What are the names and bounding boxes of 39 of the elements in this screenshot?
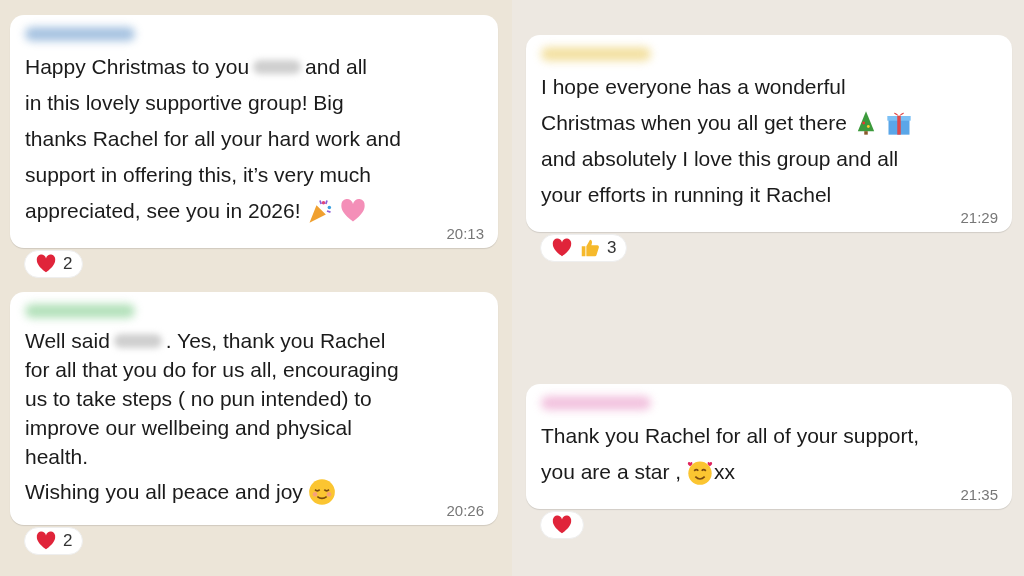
message-text: Christmas when you all get there [541, 110, 847, 136]
message-time: 21:35 [959, 486, 998, 503]
message-text: I hope everyone has a wonderful [541, 74, 846, 100]
message-text: for all that you do for us all, encouraging [25, 357, 399, 383]
message-text: you are a star , [541, 459, 682, 485]
message-text: your efforts in running it Rachel [541, 182, 832, 208]
reaction-count: 2 [63, 531, 73, 551]
reaction-count: 2 [63, 254, 73, 274]
reaction-pill[interactable]: 2 [24, 250, 84, 278]
message-text: . Yes, thank you Rachel [165, 328, 386, 354]
message-text: Thank you Rachel for all of your support, [541, 423, 920, 449]
heart-icon [551, 514, 573, 536]
heart-icon [551, 237, 573, 259]
message-text: xx [714, 459, 736, 485]
message-time: 20:13 [445, 225, 484, 242]
message-text: us to take steps ( no pun intended) to [25, 386, 372, 412]
smiling-face-icon [307, 477, 336, 506]
message-text: improve our wellbeing and physical [25, 415, 352, 441]
message-text: Well said [25, 328, 110, 354]
message-text: Wishing you all peace and joy [25, 479, 303, 505]
blurred-name [253, 60, 302, 74]
reaction-count: 3 [607, 238, 617, 258]
message-text: thanks Rachel for all your hard work and [25, 126, 401, 152]
message-text: and absolutely I love this group and all [541, 146, 899, 172]
thumbs-up-icon [579, 237, 601, 259]
message-text: and all [305, 54, 367, 80]
message-text: health. [25, 444, 89, 470]
message-time: 20:26 [445, 502, 484, 519]
message-text: in this lovely supportive group! Big [25, 90, 344, 116]
reaction-pill[interactable] [540, 511, 584, 539]
message-time: 21:29 [959, 209, 998, 226]
message-text: support in offering this, it’s very much [25, 162, 371, 188]
message-text: appreciated, see you in 2026! [25, 198, 301, 224]
message-text: Happy Christmas to you [25, 54, 250, 80]
reaction-pill[interactable]: 3 [540, 234, 628, 262]
reaction-pill[interactable]: 2 [24, 527, 84, 555]
heart-icon [35, 530, 57, 552]
heart-icon [35, 253, 57, 275]
blurred-name [113, 333, 162, 348]
